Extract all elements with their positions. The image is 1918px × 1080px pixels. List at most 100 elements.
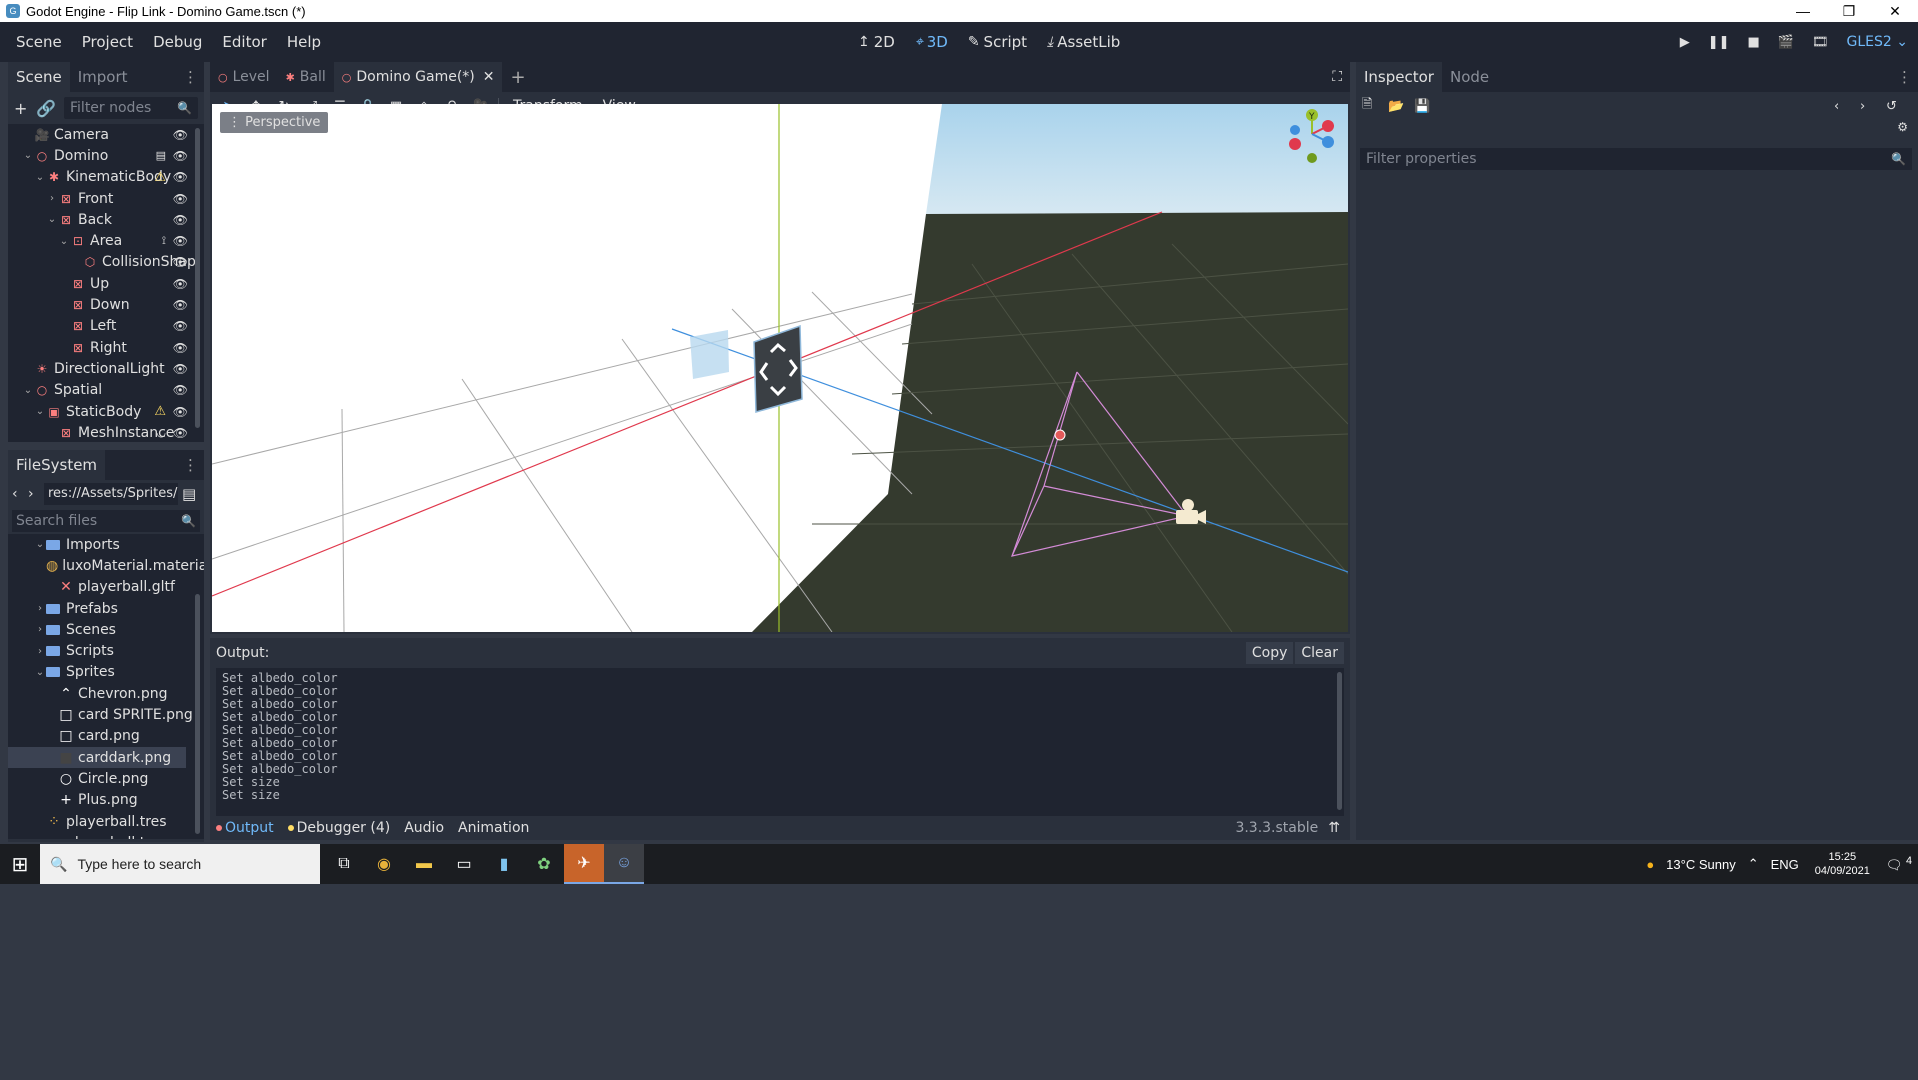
file-item[interactable]: ⁘ playerball.tres — [8, 811, 204, 832]
viewport-render[interactable]: Y — [212, 104, 1348, 632]
file-item[interactable]: ◍ luxoMaterial.materia — [8, 555, 204, 576]
tab-import[interactable]: Import — [70, 62, 136, 92]
search-files-input[interactable]: Search files 🔍 — [12, 510, 200, 532]
node-indicator-icon[interactable]: ◡ — [156, 426, 166, 439]
close-window-button[interactable]: ✕ — [1872, 3, 1918, 20]
file-item[interactable]: □ card SPRITE.png — [8, 704, 204, 725]
scene-tree-scrollbar[interactable] — [195, 128, 200, 428]
scene-node-right[interactable]: ⊠ Right 👁 — [8, 337, 204, 358]
file-item[interactable]: ■ carddark.png — [8, 746, 186, 769]
terminal-icon[interactable]: ▭ — [444, 844, 484, 884]
instance-scene-icon[interactable]: 🔗 — [36, 99, 58, 118]
scene-tab-level[interactable]: ○ Level — [210, 62, 278, 92]
scene-node-meshinstance[interactable]: ⊠ MeshInstance ◡ 👁 — [8, 422, 204, 442]
weather-text[interactable]: 13°C Sunny — [1666, 857, 1736, 872]
orange-app-icon[interactable]: ✈ — [564, 844, 604, 884]
scene-node-front[interactable]: › ⊠ Front 👁 — [8, 188, 204, 209]
stop-icon[interactable]: ■ — [1748, 35, 1760, 50]
split-mode-icon[interactable]: ▤ — [182, 485, 200, 503]
file-explorer-icon[interactable]: ▬ — [404, 844, 444, 884]
tab-inspector[interactable]: Inspector — [1356, 62, 1442, 92]
tab-node[interactable]: Node — [1442, 62, 1497, 92]
bottom-tab-audio[interactable]: Audio — [404, 820, 444, 836]
scene-node-area[interactable]: ⌄ ⊡ Area ⟟ 👁 — [8, 230, 204, 251]
visibility-eye-icon[interactable]: 👁 — [173, 192, 188, 206]
visibility-eye-icon[interactable]: 👁 — [173, 213, 188, 227]
load-resource-icon[interactable]: 📂 — [1388, 99, 1414, 114]
weather-icon[interactable]: ● — [1646, 857, 1654, 872]
node-indicator-icon[interactable]: ▤ — [156, 149, 166, 162]
notifications-icon[interactable]: 🗨 4 — [1886, 855, 1912, 873]
clock[interactable]: 15:25 04/09/2021 — [1815, 850, 1870, 878]
forward-icon[interactable]: › — [28, 486, 44, 502]
workspace-3d[interactable]: ⌖ 3D — [915, 33, 948, 51]
file-item[interactable]: ⌃ Chevron.png — [8, 683, 204, 704]
scene-node-domino[interactable]: ⌄ ○ Domino ▤ 👁 — [8, 145, 204, 166]
scene-node-spatial[interactable]: ⌄ ○ Spatial 👁 — [8, 380, 204, 401]
add-node-icon[interactable]: + — [14, 99, 36, 118]
output-scrollbar[interactable] — [1337, 672, 1342, 810]
expand-arrow-icon[interactable]: ⌄ — [34, 539, 46, 550]
visibility-eye-icon[interactable]: 👁 — [173, 128, 188, 142]
scene-node-up[interactable]: ⊠ Up 👁 — [8, 273, 204, 294]
warning-icon[interactable]: ⚠ — [154, 404, 166, 419]
bottom-tab-animation[interactable]: Animation — [458, 820, 529, 836]
menu-help[interactable]: Help — [277, 33, 331, 51]
path-field[interactable]: res://Assets/Sprites/ca — [44, 483, 178, 505]
menu-scene[interactable]: Scene — [6, 33, 72, 51]
folder-item[interactable]: › Scenes — [8, 619, 204, 640]
distraction-free-icon[interactable]: ⛶ — [1332, 69, 1342, 85]
menu-debug[interactable]: Debug — [143, 33, 212, 51]
menu-editor[interactable]: Editor — [212, 33, 276, 51]
play-icon[interactable]: ▶ — [1680, 35, 1690, 50]
scene-tab-ball[interactable]: ✱ Ball — [278, 62, 334, 92]
expand-arrow-icon[interactable]: › — [46, 193, 58, 204]
renderer-selector[interactable]: GLES2 ⌄ — [1847, 34, 1908, 50]
copy-button[interactable]: Copy — [1245, 642, 1294, 664]
3d-viewport[interactable]: Y ⋮ Perspective — [212, 104, 1348, 632]
scene-node-camera[interactable]: 🎥 Camera 👁 — [8, 124, 204, 145]
expand-arrow-icon[interactable]: › — [34, 624, 46, 635]
expand-arrow-icon[interactable]: ⌄ — [22, 150, 34, 161]
maximize-button[interactable]: ❐ — [1826, 3, 1872, 20]
visibility-eye-icon[interactable]: 👁 — [173, 362, 188, 376]
expand-arrow-icon[interactable]: › — [34, 603, 46, 614]
dock-menu-icon[interactable]: ⋮ — [177, 456, 204, 474]
play-custom-scene-icon[interactable]: 🎞 — [1812, 35, 1829, 50]
visibility-eye-icon[interactable]: 👁 — [173, 149, 188, 163]
expand-arrow-icon[interactable]: ⌄ — [46, 214, 58, 225]
scene-node-down[interactable]: ⊠ Down 👁 — [8, 294, 204, 315]
workspace-script[interactable]: ✎ Script — [968, 33, 1027, 51]
back-icon[interactable]: ‹ — [12, 486, 28, 502]
dock-menu-icon[interactable]: ⋮ — [177, 68, 204, 86]
add-scene-tab-icon[interactable]: + — [510, 67, 525, 88]
scene-node-kinematicbody[interactable]: ⌄ ✱ KinematicBody ⚠ 👁 — [8, 167, 204, 188]
filesystem-scrollbar[interactable] — [195, 594, 200, 834]
folder-item[interactable]: › Scripts — [8, 640, 204, 661]
tab-filesystem[interactable]: FileSystem — [8, 450, 106, 480]
clear-button[interactable]: Clear — [1295, 642, 1344, 664]
history-icon[interactable]: ↺ — [1886, 99, 1912, 114]
expand-arrow-icon[interactable]: › — [34, 646, 46, 657]
output-log[interactable]: Set albedo_color Set albedo_color Set albe… — [216, 668, 1344, 816]
close-tab-icon[interactable]: ✕ — [483, 69, 495, 85]
visibility-eye-icon[interactable]: 👁 — [173, 170, 188, 184]
history-back-icon[interactable]: ‹ — [1834, 99, 1860, 114]
folder-item[interactable]: ⌄ Sprites — [8, 662, 204, 683]
visibility-eye-icon[interactable]: 👁 — [173, 255, 188, 269]
visibility-eye-icon[interactable]: 👁 — [173, 234, 188, 248]
folder-item[interactable]: ⌄ Imports — [8, 534, 204, 555]
visibility-eye-icon[interactable]: 👁 — [173, 426, 188, 440]
expand-arrow-icon[interactable]: ⌄ — [22, 385, 34, 396]
expand-arrow-icon[interactable]: ⌄ — [34, 406, 46, 417]
visibility-eye-icon[interactable]: 👁 — [173, 298, 188, 312]
file-item[interactable]: ○ Circle.png — [8, 768, 204, 789]
camera-handle-dot[interactable] — [1054, 429, 1066, 441]
task-view-icon[interactable]: ⧉ — [324, 844, 364, 884]
new-resource-icon[interactable]: 🗎 — [1362, 95, 1388, 117]
save-resource-icon[interactable]: 💾 — [1414, 99, 1440, 114]
bottom-tab-debugger[interactable]: Debugger (4) — [287, 820, 390, 836]
object-properties-icon[interactable]: ⚙ — [1897, 120, 1908, 142]
scene-node-collisionshap[interactable]: ⬡ CollisionShap 👁 — [8, 252, 204, 273]
perspective-menu-button[interactable]: ⋮ Perspective — [220, 112, 329, 133]
